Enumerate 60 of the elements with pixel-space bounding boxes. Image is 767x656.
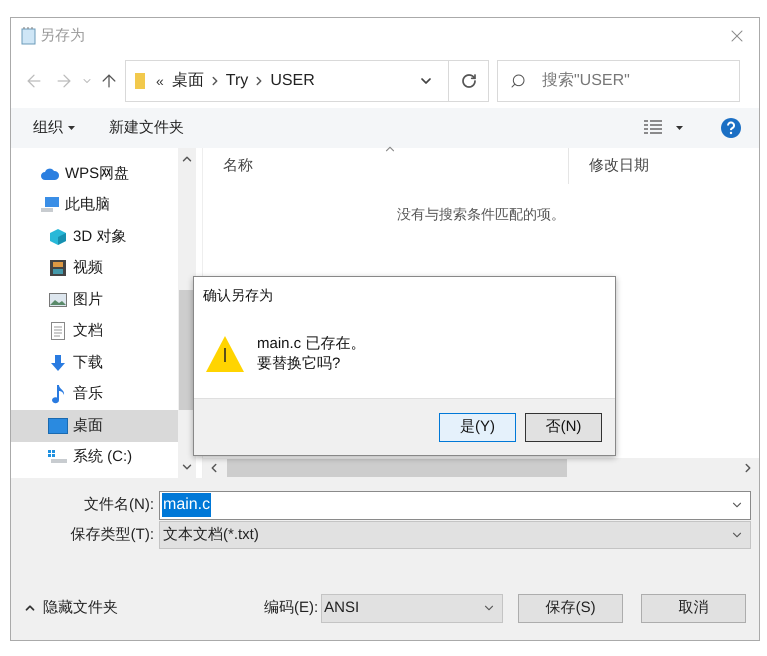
breadcrumb[interactable]: 桌面 — [172, 69, 204, 93]
horizontal-scrollbar[interactable] — [203, 458, 759, 478]
hide-folders-button[interactable]: 隐藏文件夹 — [23, 596, 118, 620]
sidebar-item[interactable]: 音乐 — [11, 378, 178, 410]
sidebar-item[interactable]: 图片 — [11, 284, 178, 316]
computer-icon — [40, 196, 60, 214]
sidebar-item[interactable]: 此电脑 — [11, 190, 178, 221]
organize-button[interactable]: 组织 — [33, 116, 75, 140]
breadcrumb[interactable]: USER — [270, 69, 315, 93]
scroll-thumb[interactable] — [227, 459, 567, 477]
window-title: 另存为 — [40, 26, 85, 46]
sidebar-item[interactable]: 视频 — [11, 252, 178, 284]
file-type-label: 保存类型(T): — [70, 524, 155, 545]
address-bar[interactable]: « 桌面 Try USER — [125, 60, 489, 102]
sidebar-item[interactable]: 下载 — [11, 347, 178, 378]
folder-icon — [134, 72, 146, 90]
sidebar-item[interactable]: 文档 — [11, 316, 178, 347]
cube-icon — [49, 228, 67, 246]
new-folder-button[interactable]: 新建文件夹 — [109, 116, 184, 140]
dialog-message: 要替换它吗? — [257, 354, 342, 374]
down-arrow-icon — [50, 354, 66, 372]
caret-icon[interactable] — [676, 126, 683, 130]
search-field[interactable]: 搜索"USER" — [497, 60, 740, 102]
dialog-title: 确认另存为 — [203, 286, 273, 304]
file-name-field[interactable]: main.c — [159, 490, 751, 520]
breadcrumb[interactable]: Try — [226, 69, 248, 93]
overflow-mark[interactable]: « — [156, 70, 164, 92]
dialog-message: main.c 已存在。 — [257, 334, 366, 354]
vertical-scrollbar[interactable] — [178, 148, 196, 478]
sidebar-item[interactable]: 3D 对象 — [11, 221, 178, 252]
encoding-label: 编码(E): — [264, 598, 318, 618]
sidebar-item[interactable]: 系统 (C:) — [11, 442, 178, 473]
yes-button[interactable]: 是(Y) — [439, 412, 516, 442]
encoding-dropdown[interactable]: ANSI — [321, 594, 504, 622]
file-name-value: main.c — [162, 493, 212, 517]
file-type-dropdown[interactable]: 文本文档(*.txt) — [159, 521, 751, 549]
help-icon[interactable] — [721, 118, 741, 138]
film-icon — [49, 259, 67, 278]
refresh-icon — [460, 73, 476, 89]
drive-icon — [48, 450, 68, 464]
desktop-icon — [48, 418, 68, 434]
sidebar-item[interactable]: WPS网盘 — [11, 158, 178, 190]
caret-icon — [68, 126, 75, 130]
empty-message: 没有与搜索条件匹配的项。 — [397, 205, 565, 224]
search-placeholder: 搜索"USER" — [542, 70, 630, 91]
notepad-icon — [21, 27, 37, 45]
column-header[interactable]: 名称 — [203, 148, 569, 184]
cancel-button[interactable]: 取消 — [641, 594, 746, 622]
no-button[interactable]: 否(N) — [525, 412, 602, 442]
view-list-icon[interactable] — [644, 120, 662, 136]
cloud-icon — [40, 166, 60, 181]
file-name-label: 文件名(N): — [83, 494, 155, 515]
column-header[interactable]: 修改日期 — [569, 148, 759, 184]
image-icon — [49, 292, 67, 307]
music-note-icon — [50, 384, 66, 404]
warning-icon — [205, 334, 245, 372]
document-icon — [50, 322, 66, 340]
sidebar-item[interactable]: 桌面 — [11, 410, 178, 442]
save-button[interactable]: 保存(S) — [518, 594, 624, 622]
search-icon — [510, 73, 526, 89]
